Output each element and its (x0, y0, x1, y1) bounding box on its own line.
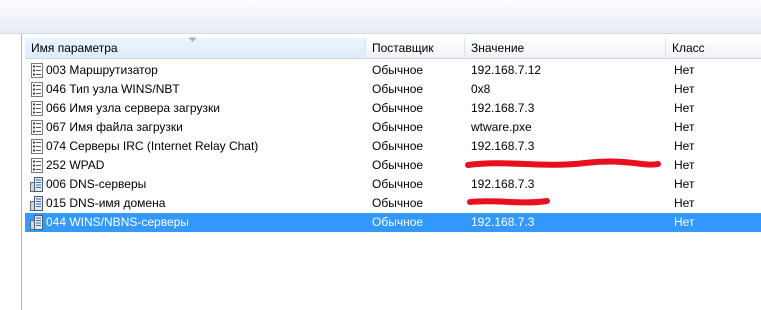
column-header-name-label: Имя параметра (31, 41, 118, 55)
column-header-name[interactable]: Имя параметра (25, 37, 366, 58)
column-header-value[interactable]: Значение (465, 38, 666, 58)
option-vendor: Обычное (372, 120, 424, 134)
option-name: 074 Серверы IRC (Internet Relay Chat) (46, 139, 259, 153)
sort-ascending-icon (188, 37, 197, 42)
list-header: Имя параметра Поставщик Значение Класс (25, 37, 761, 59)
option-vendor: Обычное (372, 63, 424, 77)
option-list-icon (30, 139, 44, 154)
option-list-icon (30, 82, 44, 97)
table-row[interactable]: 044 WINS/NBNS-серверы Обычное 192.168.7.3 Н… (25, 213, 761, 232)
column-header-class-label: Класс (672, 41, 705, 55)
option-class: Нет (674, 101, 695, 115)
option-name: 067 Имя файла загрузки (46, 120, 183, 134)
option-value: 192.168.7.3 (471, 139, 535, 153)
option-vendor: Обычное (372, 82, 424, 96)
option-vendor: Обычное (372, 215, 424, 229)
option-value: 192.168.7.12 (471, 63, 542, 77)
server-icon (30, 177, 44, 192)
redaction-mark (465, 158, 661, 168)
option-class: Нет (674, 177, 695, 191)
option-list-icon (30, 120, 44, 135)
option-class: Нет (674, 139, 695, 153)
table-row[interactable]: 046 Тип узла WINS/NBT Обычное 0x8 Нет (25, 80, 761, 99)
option-vendor: Обычное (372, 177, 424, 191)
option-value: 192.168.7.3 (471, 177, 535, 191)
option-list-icon (30, 101, 44, 116)
column-header-vendor[interactable]: Поставщик (366, 38, 465, 58)
option-value: wtware.pxe (471, 120, 532, 134)
option-value: 192.168.7.3 (471, 101, 535, 115)
table-row[interactable]: 006 DNS-серверы Обычное 192.168.7.3 Нет (25, 175, 761, 194)
option-name: 046 Тип узла WINS/NBT (46, 82, 180, 96)
option-name: 006 DNS-серверы (46, 177, 147, 191)
option-class: Нет (674, 63, 695, 77)
server-icon (30, 215, 44, 230)
option-name: 066 Имя узла сервера загрузки (46, 101, 220, 115)
option-vendor: Обычное (372, 101, 424, 115)
table-row[interactable]: 003 Маршрутизатор Обычное 192.168.7.12 Нет (25, 61, 761, 80)
toolbar (0, 0, 761, 34)
table-row[interactable]: 074 Серверы IRC (Internet Relay Chat) Обы… (25, 137, 761, 156)
option-class: Нет (674, 82, 695, 96)
table-row[interactable]: 066 Имя узла сервера загрузки Обычное 192.… (25, 99, 761, 118)
table-row[interactable]: 067 Имя файла загрузки Обычное wtware.pxe Н… (25, 118, 761, 137)
console-tree-pane[interactable] (0, 34, 22, 310)
column-header-vendor-label: Поставщик (372, 41, 434, 55)
column-header-class[interactable]: Класс (666, 38, 761, 58)
option-name: 044 WINS/NBNS-серверы (46, 215, 189, 229)
option-class: Нет (674, 215, 695, 229)
redaction-mark (467, 198, 550, 206)
option-list-icon (30, 63, 44, 78)
option-name: 003 Маршрутизатор (46, 63, 158, 77)
column-header-value-label: Значение (471, 41, 525, 55)
options-list[interactable]: Имя параметра Поставщик Значение Класс 0… (25, 37, 761, 310)
option-class: Нет (674, 120, 695, 134)
option-value: 192.168.7.3 (471, 215, 535, 229)
option-vendor: Обычное (372, 139, 424, 153)
option-value: 0x8 (471, 82, 491, 96)
